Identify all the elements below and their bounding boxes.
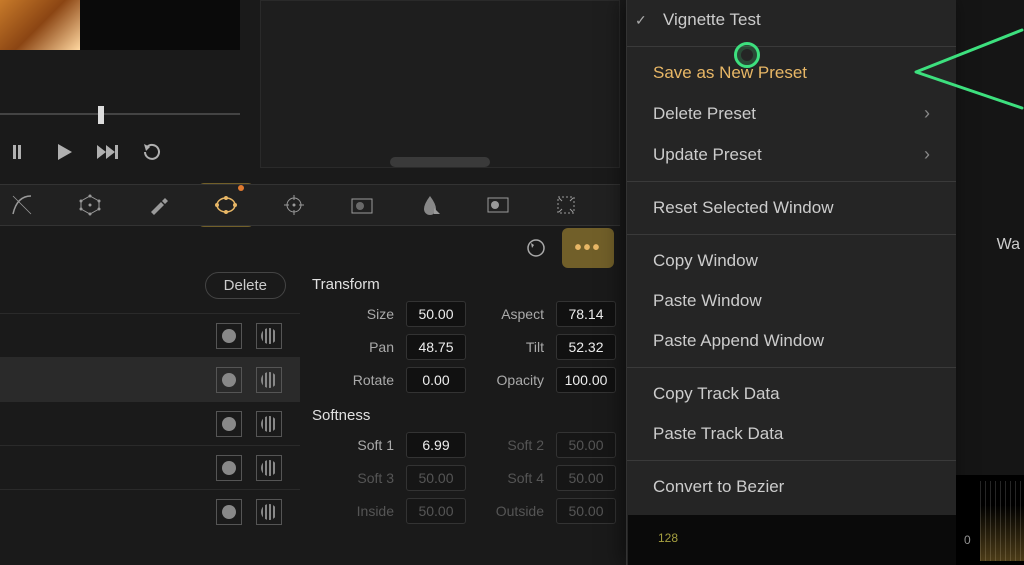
timeline-handle[interactable] (98, 106, 104, 124)
rotate-label: Rotate (334, 372, 394, 388)
power-window-tool-icon[interactable] (210, 189, 242, 221)
window-row[interactable] (0, 489, 300, 533)
scope-label: Wa (997, 236, 1020, 254)
mask-invert-icon[interactable] (256, 455, 282, 481)
opacity-label: Opacity (484, 372, 544, 388)
color-page-tool-tabs (0, 184, 620, 226)
chevron-right-icon: › (924, 144, 930, 165)
reset-button[interactable] (520, 232, 552, 264)
delete-preset[interactable]: Delete Preset› (627, 93, 956, 134)
color-warper-icon[interactable] (74, 189, 106, 221)
sizing-tool-icon[interactable] (550, 189, 582, 221)
soft4-label: Soft 4 (484, 470, 544, 486)
waveform-scope: 0 (956, 475, 1024, 565)
size-label: Size (334, 306, 394, 322)
window-row[interactable] (0, 445, 300, 489)
mask-mode-icon[interactable] (216, 367, 242, 393)
soft3-input (406, 465, 466, 491)
soft1-label: Soft 1 (334, 437, 394, 453)
qualifier-picker-icon[interactable] (142, 189, 174, 221)
parade-scope-strip: 128 (628, 515, 956, 565)
window-row[interactable] (0, 401, 300, 445)
power-window-list: Delete (0, 268, 300, 565)
scope-zero: 0 (964, 533, 971, 547)
update-preset[interactable]: Update Preset› (627, 134, 956, 175)
window-row[interactable] (0, 357, 300, 401)
mask-invert-icon[interactable] (256, 323, 282, 349)
mask-invert-icon[interactable] (256, 411, 282, 437)
window-context-menu: Vignette Test Save as New Preset Delete … (626, 0, 956, 565)
aspect-input[interactable] (556, 301, 616, 327)
paste-append-window[interactable]: Paste Append Window (627, 321, 956, 361)
key-tool-icon[interactable] (482, 189, 514, 221)
opacity-input[interactable] (556, 367, 616, 393)
delete-window-button[interactable]: Delete (205, 272, 286, 299)
play-button[interactable] (48, 136, 80, 168)
soft3-label: Soft 3 (334, 470, 394, 486)
soft2-input (556, 432, 616, 458)
right-tool-strip: Wa 0 (956, 0, 1024, 565)
copy-window[interactable]: Copy Window (627, 241, 956, 281)
preview-thumbnail (0, 0, 240, 50)
rotate-input[interactable] (406, 367, 466, 393)
mask-invert-icon[interactable] (256, 499, 282, 525)
more-options-button[interactable]: ••• (572, 232, 604, 264)
softness-section-title: Softness (312, 407, 622, 424)
blur-tool-icon[interactable] (414, 189, 446, 221)
mask-mode-icon[interactable] (216, 323, 242, 349)
tilt-input[interactable] (556, 334, 616, 360)
paste-window[interactable]: Paste Window (627, 281, 956, 321)
inside-label: Inside (334, 503, 394, 519)
next-clip-button[interactable] (92, 136, 124, 168)
size-input[interactable] (406, 301, 466, 327)
outside-label: Outside (484, 503, 544, 519)
mask-mode-icon[interactable] (216, 499, 242, 525)
timeline-scrubber[interactable] (0, 104, 240, 124)
soft1-input[interactable] (406, 432, 466, 458)
save-as-new-preset[interactable]: Save as New Preset (627, 53, 956, 93)
transform-section-title: Transform (312, 276, 622, 293)
preset-vignette-test[interactable]: Vignette Test (627, 0, 956, 40)
pan-label: Pan (334, 339, 394, 355)
mask-mode-icon[interactable] (216, 411, 242, 437)
mask-invert-icon[interactable] (256, 367, 282, 393)
soft4-input (556, 465, 616, 491)
aspect-label: Aspect (484, 306, 544, 322)
mask-mode-icon[interactable] (216, 455, 242, 481)
horizontal-scrollbar[interactable] (390, 157, 490, 167)
prev-frame-button[interactable] (4, 136, 36, 168)
chevron-right-icon: › (924, 103, 930, 124)
curve-panel (260, 0, 620, 168)
curves-tool-icon[interactable] (6, 189, 38, 221)
pan-input[interactable] (406, 334, 466, 360)
window-row[interactable] (0, 313, 300, 357)
outside-input (556, 498, 616, 524)
loop-button[interactable] (136, 136, 168, 168)
copy-track-data[interactable]: Copy Track Data (627, 374, 956, 414)
reset-selected-window[interactable]: Reset Selected Window (627, 188, 956, 228)
inside-input (406, 498, 466, 524)
paste-track-data[interactable]: Paste Track Data (627, 414, 956, 454)
tilt-label: Tilt (484, 339, 544, 355)
convert-to-bezier[interactable]: Convert to Bezier (627, 467, 956, 507)
scope-tick: 128 (658, 531, 678, 545)
tracker-tool-icon[interactable] (278, 189, 310, 221)
annotation-click-ring (734, 42, 760, 68)
magic-mask-tool-icon[interactable] (346, 189, 378, 221)
soft2-label: Soft 2 (484, 437, 544, 453)
